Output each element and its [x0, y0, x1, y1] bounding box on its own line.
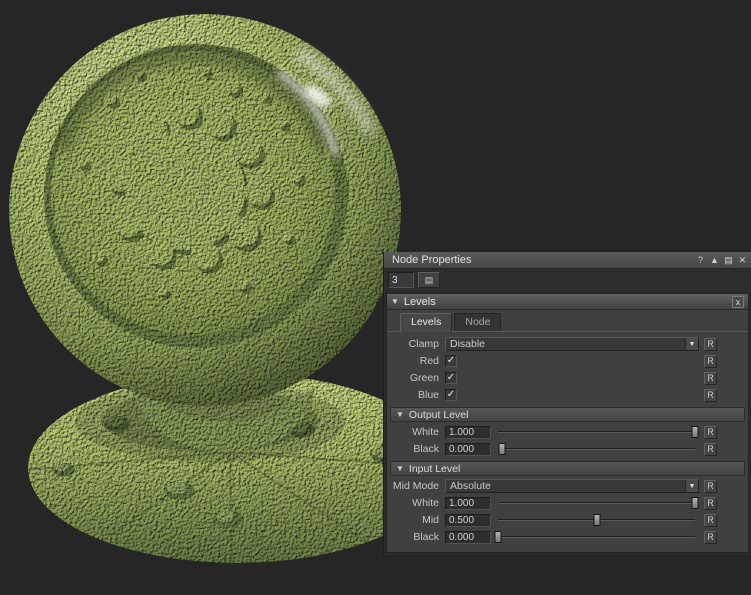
- red-channel-row: Red ✓ R: [387, 353, 748, 369]
- panel-icon: ▤: [425, 275, 434, 286]
- blue-checkbox[interactable]: ✓: [445, 389, 457, 401]
- slider-handle[interactable]: [692, 497, 699, 509]
- green-label: Green: [389, 372, 445, 384]
- blue-reset-button[interactable]: R: [704, 389, 717, 402]
- panel-title: Node Properties: [392, 254, 693, 266]
- close-icon[interactable]: ✕: [736, 254, 749, 267]
- output-white-row: White R: [387, 424, 748, 440]
- levels-group-header[interactable]: ▼ Levels x: [387, 294, 748, 310]
- blue-label: Blue: [389, 389, 445, 401]
- input-level-title: Input Level: [409, 463, 460, 475]
- input-black-input[interactable]: [445, 531, 491, 544]
- input-black-row: Black R: [387, 529, 748, 545]
- help-icon[interactable]: ?: [694, 254, 707, 267]
- slider-handle[interactable]: [498, 443, 505, 455]
- slider-handle[interactable]: [692, 426, 699, 438]
- slider-handle[interactable]: [593, 514, 600, 526]
- mid-mode-label: Mid Mode: [389, 480, 445, 492]
- green-checkbox[interactable]: ✓: [445, 372, 457, 384]
- mid-mode-dropdown[interactable]: Absolute ▼: [445, 479, 699, 493]
- menu-icon[interactable]: ▤: [722, 254, 735, 267]
- blue-channel-row: Blue ✓ R: [387, 387, 748, 403]
- input-mid-reset-button[interactable]: R: [704, 514, 717, 527]
- mid-mode-value: Absolute: [446, 480, 685, 492]
- group-close-button[interactable]: x: [732, 296, 744, 308]
- collapse-icon[interactable]: ▼: [396, 464, 404, 473]
- output-white-reset-button[interactable]: R: [704, 426, 717, 439]
- clamp-dropdown[interactable]: Disable ▼: [445, 337, 699, 351]
- input-white-input[interactable]: [445, 497, 491, 510]
- mid-mode-reset-button[interactable]: R: [704, 480, 717, 493]
- input-black-slider[interactable]: [494, 530, 699, 544]
- green-channel-row: Green ✓ R: [387, 370, 748, 386]
- input-mid-slider[interactable]: [494, 513, 699, 527]
- output-black-label: Black: [389, 443, 445, 455]
- levels-group: ▼ Levels x Levels Node Clamp Disable ▼: [386, 293, 749, 553]
- tab-node[interactable]: Node: [454, 313, 501, 331]
- input-white-reset-button[interactable]: R: [704, 497, 717, 510]
- output-white-label: White: [389, 426, 445, 438]
- node-properties-panel: Node Properties ? ▲ ▤ ✕ ▤ ▼ Levels x Lev…: [383, 252, 751, 555]
- chevron-down-icon[interactable]: ▼: [685, 338, 698, 350]
- input-mid-row: Mid R: [387, 512, 748, 528]
- count-input[interactable]: [388, 272, 414, 288]
- levels-form: Clamp Disable ▼ R Red ✓ R: [387, 332, 748, 552]
- output-level-title: Output Level: [409, 409, 469, 421]
- check-icon: ✓: [447, 356, 455, 366]
- levels-group-title: Levels: [404, 296, 727, 308]
- red-reset-button[interactable]: R: [704, 355, 717, 368]
- output-black-reset-button[interactable]: R: [704, 443, 717, 456]
- input-white-label: White: [389, 497, 445, 509]
- input-mid-label: Mid: [389, 514, 445, 526]
- red-checkbox[interactable]: ✓: [445, 355, 457, 367]
- shader-ball-geometry: [9, 14, 446, 565]
- input-mid-input[interactable]: [445, 514, 491, 527]
- clamp-value: Disable: [446, 338, 685, 350]
- output-black-input[interactable]: [445, 443, 491, 456]
- collapse-icon[interactable]: ▼: [391, 297, 399, 306]
- output-black-slider[interactable]: [494, 442, 699, 456]
- slider-handle[interactable]: [495, 531, 502, 543]
- input-black-reset-button[interactable]: R: [704, 531, 717, 544]
- output-white-slider[interactable]: [494, 425, 699, 439]
- check-icon: ✓: [447, 373, 455, 383]
- layout-button[interactable]: ▤: [418, 272, 440, 288]
- panel-toolbar: ▤: [384, 269, 751, 291]
- clamp-reset-button[interactable]: R: [704, 338, 717, 351]
- mid-mode-row: Mid Mode Absolute ▼ R: [387, 478, 748, 494]
- output-black-row: Black R: [387, 441, 748, 457]
- input-level-section-header[interactable]: ▼ Input Level: [390, 461, 745, 476]
- chevron-down-icon[interactable]: ▼: [685, 480, 698, 492]
- panel-titlebar[interactable]: Node Properties ? ▲ ▤ ✕: [384, 252, 751, 269]
- collapse-icon[interactable]: ▼: [396, 410, 404, 419]
- output-white-input[interactable]: [445, 426, 491, 439]
- green-reset-button[interactable]: R: [704, 372, 717, 385]
- clamp-row: Clamp Disable ▼ R: [387, 336, 748, 352]
- input-black-label: Black: [389, 531, 445, 543]
- clamp-label: Clamp: [389, 338, 445, 350]
- input-white-slider[interactable]: [494, 496, 699, 510]
- tab-bar: Levels Node: [387, 310, 748, 332]
- input-white-row: White R: [387, 495, 748, 511]
- pin-icon[interactable]: ▲: [708, 254, 721, 267]
- tab-levels[interactable]: Levels: [400, 313, 452, 332]
- output-level-section-header[interactable]: ▼ Output Level: [390, 407, 745, 422]
- red-label: Red: [389, 355, 445, 367]
- application-window: Node Properties ? ▲ ▤ ✕ ▤ ▼ Levels x Lev…: [0, 0, 751, 595]
- check-icon: ✓: [447, 390, 455, 400]
